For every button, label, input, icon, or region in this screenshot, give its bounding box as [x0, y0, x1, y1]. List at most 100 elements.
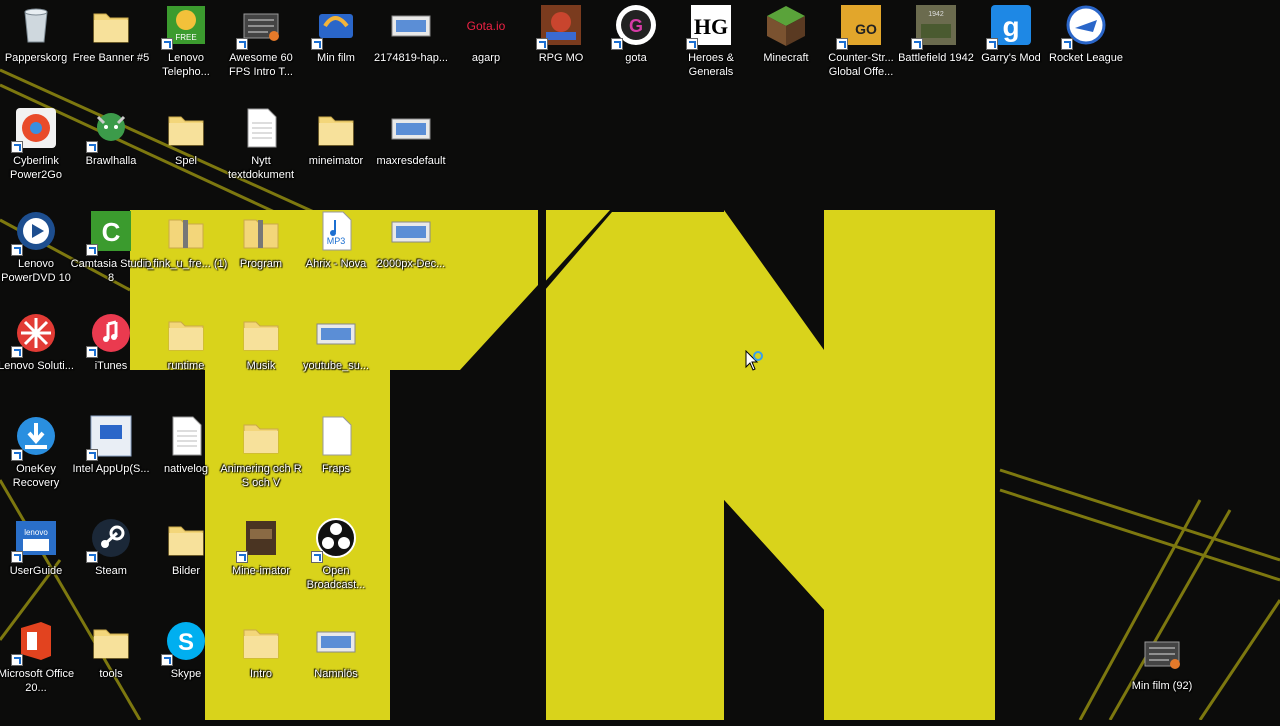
mouse-cursor-icon [745, 350, 763, 371]
zip-folder-icon [238, 208, 284, 254]
desktop-icon-label: iTunes [94, 360, 128, 372]
desktop-icon-free-banner[interactable]: Free Banner #5 [73, 2, 149, 98]
desktop-icon-happy-image[interactable]: 2174819-hap... [373, 2, 449, 98]
svg-text:FREE: FREE [175, 33, 196, 42]
desktop-icon-counter-strike[interactable]: GO Counter-Str... Global Offe... [823, 2, 899, 98]
desktop-icon-label: Brawlhalla [85, 155, 137, 167]
desktop-icon-mineimator[interactable]: mineimator [298, 105, 374, 201]
svg-text:lenovo: lenovo [24, 528, 48, 537]
desktop-icon-lenovo-solutions[interactable]: Lenovo Soluti... [0, 310, 74, 406]
desktop-icon-label: Bilder [171, 565, 201, 577]
desktop-icon-musik[interactable]: Musik [223, 310, 299, 406]
shortcut-arrow-icon [986, 38, 998, 50]
desktop-icon-gota[interactable]: Ggota [598, 2, 674, 98]
desktop-icon-skype[interactable]: S Skype [148, 618, 224, 714]
desktop-icon-minecraft[interactable]: Minecraft [748, 2, 824, 98]
desktop-icon-battlefield-1942[interactable]: 1942 Battlefield 1942 [898, 2, 974, 98]
desktop-icon-label: Intel AppUp(S... [72, 463, 150, 475]
desktop-icon-itunes[interactable]: iTunes [73, 310, 149, 406]
svg-text:C: C [102, 217, 121, 247]
desktop-icon-maxresdefault[interactable]: maxresdefault [373, 105, 449, 201]
desktop-icon-ahrix-nova[interactable]: MP3 Ahrix - Nova [298, 208, 374, 304]
desktop-icon-min-film-92[interactable]: Min film (92) [1124, 630, 1200, 726]
desktop-icon-spel[interactable]: Spel [148, 105, 224, 201]
blank-file-icon [313, 413, 359, 459]
folder-icon [238, 618, 284, 664]
desktop-icon-program[interactable]: Program [223, 208, 299, 304]
desktop-icon-label: Mine-imator [231, 565, 291, 577]
shortcut-arrow-icon [911, 38, 923, 50]
mp3-file-icon: MP3 [313, 208, 359, 254]
desktop-icon-label: Lenovo Soluti... [0, 360, 74, 372]
shortcut-arrow-icon [536, 38, 548, 50]
desktop-icon-bilder[interactable]: Bilder [148, 515, 224, 611]
office-icon [11, 618, 59, 666]
desktop-icon-intel-appup[interactable]: Intel AppUp(S... [72, 413, 150, 509]
shortcut-arrow-icon [236, 551, 248, 563]
desktop-icon-awesome-60fps[interactable]: Awesome 60 FPS Intro T... [223, 2, 299, 98]
camtasia-icon: C [86, 208, 134, 256]
desktop-icon-cyberlink[interactable]: Cyberlink Power2Go [0, 105, 74, 201]
desktop-icon-onekey-recovery[interactable]: OneKey Recovery [0, 413, 74, 509]
desktop-icon-brawlhalla[interactable]: Brawlhalla [73, 105, 149, 201]
shortcut-arrow-icon [161, 654, 173, 666]
desktop-icon-animering[interactable]: Animering och R S och V [220, 413, 302, 509]
desktop-icon-camtasia[interactable]: C Camtasia Studio 8 [71, 208, 151, 304]
desktop-icon-intro[interactable]: Intro [223, 618, 299, 714]
folder-icon [88, 618, 134, 664]
desktop-icon-steam[interactable]: Steam [73, 515, 149, 611]
shortcut-arrow-icon [86, 346, 98, 358]
text-document-icon [238, 105, 284, 151]
desktop-icon-label: Awesome 60 FPS Intro T... [229, 52, 293, 78]
desktop-icon-youtube-su[interactable]: youtube_su... [298, 310, 374, 406]
desktop-icon-obs[interactable]: Open Broadcast... [298, 515, 374, 611]
desktop-icon-runtime[interactable]: runtime [148, 310, 224, 406]
desktop-icon-label: Lenovo Telepho... [162, 52, 210, 78]
desktop-icon-ms-office[interactable]: Microsoft Office 20... [0, 618, 74, 714]
desktop-icon-i-fink-u-free[interactable]: i_fink_u_fre... (1) [145, 208, 227, 304]
desktop-icon-rocket-league[interactable]: Rocket League [1048, 2, 1124, 98]
shortcut-arrow-icon [86, 141, 98, 153]
desktop-icon-label: Counter-Str... Global Offe... [828, 52, 894, 78]
desktop-icon-label: Min film (92) [1131, 680, 1193, 692]
desktop-icon-papperskorg[interactable]: Papperskorg [0, 2, 74, 98]
desktop-icon-nytt-textdokument[interactable]: Nytt textdokument [223, 105, 299, 201]
desktop-icon-label: Open Broadcast... [306, 565, 366, 591]
svg-text:MP3: MP3 [327, 236, 346, 246]
desktop-icon-userguide[interactable]: lenovo UserGuide [0, 515, 74, 611]
brawlhalla-icon [86, 105, 134, 153]
desktop-icon-label: agarp [471, 52, 501, 64]
desktop-icon-heroes-generals[interactable]: HG Heroes & Generals [673, 2, 749, 98]
shortcut-arrow-icon [11, 654, 23, 666]
desktop-icon-label: Namnlös [314, 668, 358, 680]
desktop-icon-label: Rocket League [1049, 52, 1123, 64]
agario-icon: Gota.io [463, 2, 509, 48]
garrys-mod-icon: g [986, 2, 1034, 50]
desktop-icon-lenovo-powerdvd[interactable]: Lenovo PowerDVD 10 [0, 208, 74, 304]
image-file-icon [388, 105, 434, 151]
desktop-icon-rpg-mo[interactable]: RPG MO [523, 2, 599, 98]
folder-icon [238, 413, 284, 459]
steam-icon [86, 515, 134, 563]
desktop-icon-namnlos[interactable]: Namnlös [298, 618, 374, 714]
desktop-icon-mine-imator[interactable]: Mine-imator [223, 515, 299, 611]
folder-icon [238, 310, 284, 356]
desktop-icon-min-film[interactable]: Min film [298, 2, 374, 98]
desktop-icon-label: 2174819-hap... [373, 52, 448, 64]
svg-text:1942: 1942 [928, 11, 944, 18]
heroes-generals-icon: HG [686, 2, 734, 50]
desktop-icon-tools[interactable]: tools [73, 618, 149, 714]
desktop-icon-fraps[interactable]: Fraps [298, 413, 374, 509]
desktop-icon-agarp[interactable]: Gota.io agarp [448, 2, 524, 98]
desktop-icon-lenovo-telephony[interactable]: FREE Lenovo Telepho... [148, 2, 224, 98]
desktop-icon-label: Microsoft Office 20... [0, 668, 75, 694]
desktop-icon-label: OneKey Recovery [12, 463, 60, 489]
shortcut-arrow-icon [311, 551, 323, 563]
shortcut-arrow-icon [161, 38, 173, 50]
desktop-icon-label: Lenovo PowerDVD 10 [1, 258, 71, 284]
desktop-icon-garrys-mod[interactable]: g Garry's Mod [973, 2, 1049, 98]
movie-maker-icon [311, 2, 359, 50]
desktop-icon-2000px-dec[interactable]: 2000px-Dec... [373, 208, 449, 304]
desktop-icon-nativelog[interactable]: nativelog [148, 413, 224, 509]
battlefield-icon: 1942 [911, 2, 959, 50]
